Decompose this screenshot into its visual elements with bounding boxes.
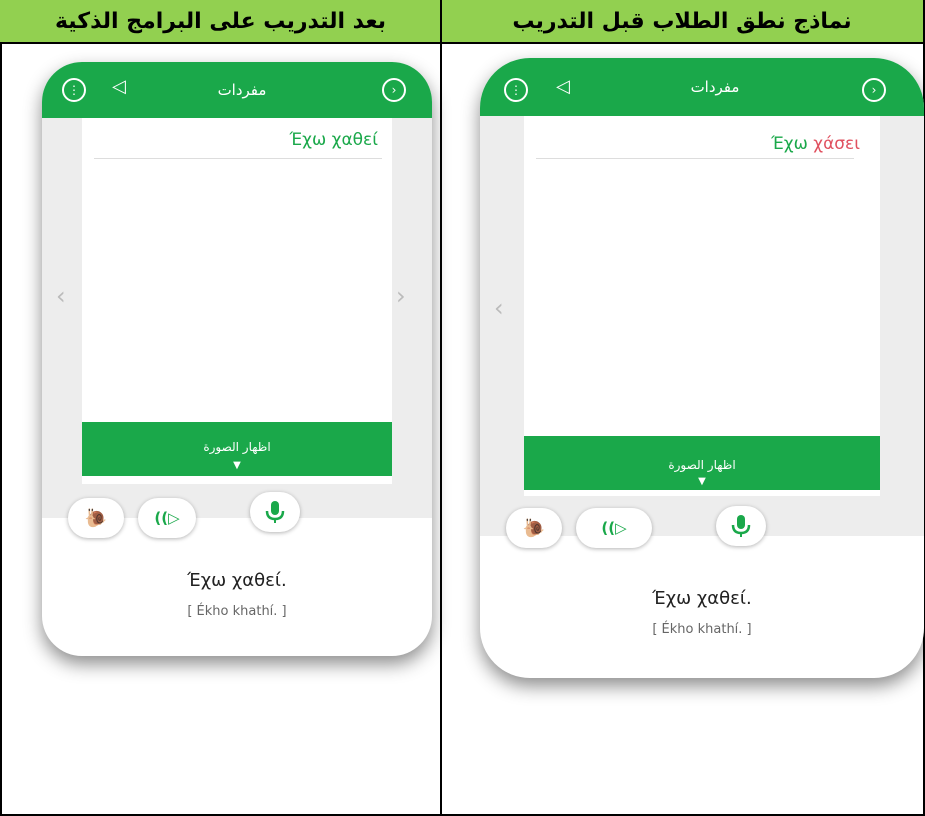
screen-title: مفردات (690, 78, 740, 96)
show-image-button[interactable]: اظهار الصورة ▼ (82, 422, 392, 476)
transliteration-text: [ Ékho khathí. ] (187, 604, 287, 619)
microphone-icon (265, 501, 285, 523)
word-prefix: Έχω (289, 130, 327, 150)
show-image-label: اظهار الصورة (668, 458, 736, 472)
word-answer: χαθεί (331, 130, 378, 150)
sentence-text: Έχω χαθεί. (187, 570, 287, 591)
slow-play-button[interactable]: 🐌 (68, 498, 124, 538)
column-divider (440, 0, 442, 816)
back-triangle-icon[interactable]: ◁ (112, 76, 126, 97)
transliteration-text: [ Ékho khathí. ] (652, 622, 752, 637)
next-arrow-icon[interactable]: › (396, 282, 406, 310)
spoken-word: Έχω χάσει (771, 134, 860, 154)
spoken-word: Έχω χαθεί (289, 130, 378, 150)
header-after-training: بعد التدريب على البرامج الذكية (0, 0, 441, 44)
screen-title: مفردات (217, 81, 267, 99)
info-icon[interactable]: ⋮ (62, 78, 86, 102)
microphone-icon (731, 515, 751, 537)
slow-play-button[interactable]: 🐌 (506, 508, 562, 548)
back-triangle-icon[interactable]: ◁ (556, 76, 570, 97)
microphone-button[interactable] (716, 506, 766, 546)
phone-before: ⋮ ◁ مفردات › ‹ Έχω χάσει اظهار الصورة ▼ … (480, 58, 924, 678)
app-header: ⋮ ◁ مفردات › (42, 62, 432, 118)
next-circle-icon[interactable]: › (862, 78, 886, 102)
show-image-label: اظهار الصورة (203, 440, 271, 454)
prev-arrow-icon[interactable]: ‹ (56, 282, 66, 310)
microphone-button[interactable] (250, 492, 300, 532)
show-image-button[interactable]: اظهار الصورة ▼ (524, 436, 880, 490)
play-audio-button[interactable]: ((▷ (138, 498, 196, 538)
prev-arrow-icon[interactable]: ‹ (494, 294, 504, 322)
card-divider (536, 158, 854, 159)
chevron-down-icon: ▼ (233, 460, 241, 471)
next-circle-icon[interactable]: › (382, 78, 406, 102)
word-prefix: Έχω (771, 134, 808, 154)
card-divider (94, 158, 382, 159)
play-audio-button[interactable]: ((▷ (576, 508, 652, 548)
app-header: ⋮ ◁ مفردات › (480, 58, 924, 116)
chevron-down-icon: ▼ (698, 476, 706, 487)
word-answer: χάσει (813, 134, 860, 154)
info-icon[interactable]: ⋮ (504, 78, 528, 102)
sentence-text: Έχω χαθεί. (652, 588, 752, 609)
header-before-training: نماذج نطق الطلاب قبل التدريب (441, 0, 923, 44)
phone-after: ⋮ ◁ مفردات › ‹ › Έχω χαθεί اظهار الصورة … (42, 62, 432, 656)
